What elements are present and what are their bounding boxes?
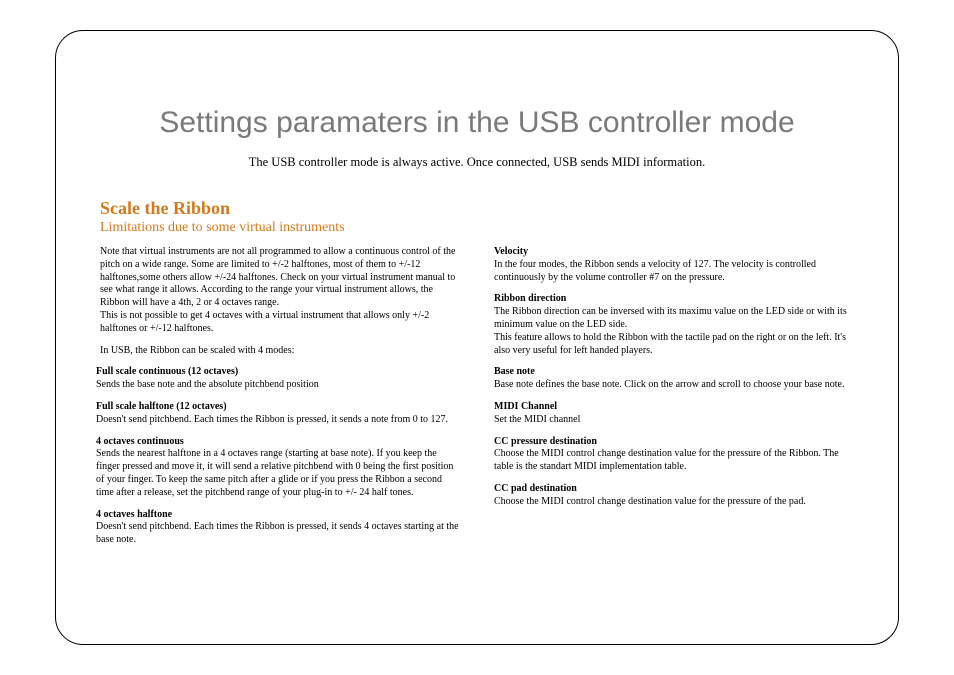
mode-item: 4 octaves continuous Sends the nearest h… xyxy=(96,436,460,500)
param-item: CC pad destination Choose the MIDI contr… xyxy=(494,483,858,509)
right-column: Velocity In the four modes, the Ribbon s… xyxy=(494,246,858,556)
mode-item: 4 octaves halftone Doesn't send pitchben… xyxy=(96,509,460,547)
page-subtitle: The USB controller mode is always active… xyxy=(96,155,858,170)
modes-intro: In USB, the Ribbon can be scaled with 4 … xyxy=(100,345,460,358)
param-text: Base note defines the base note. Click o… xyxy=(494,379,844,390)
mode-text: Doesn't send pitchbend. Each times the R… xyxy=(96,521,459,545)
mode-text: Sends the base note and the absolute pit… xyxy=(96,379,319,390)
mode-label: 4 octaves continuous xyxy=(96,436,184,447)
param-label: CC pressure destination xyxy=(494,436,597,447)
mode-item: Full scale halftone (12 octaves) Doesn't… xyxy=(96,401,460,427)
mode-label: Full scale continuous (12 octaves) xyxy=(96,366,238,377)
mode-label: 4 octaves halftone xyxy=(96,509,172,520)
param-item: Velocity In the four modes, the Ribbon s… xyxy=(494,246,858,284)
page-title: Settings paramaters in the USB controlle… xyxy=(96,106,858,140)
param-item: CC pressure destination Choose the MIDI … xyxy=(494,436,858,474)
intro-text-2: This is not possible to get 4 octaves wi… xyxy=(100,310,429,334)
param-text: The Ribbon direction can be inversed wit… xyxy=(494,306,847,330)
param-text: Choose the MIDI control change destinati… xyxy=(494,448,839,472)
param-label: Ribbon direction xyxy=(494,293,566,304)
intro-paragraph: Note that virtual instruments are not al… xyxy=(100,246,460,336)
param-item: Base note Base note defines the base not… xyxy=(494,366,858,392)
mode-item: Full scale continuous (12 octaves) Sends… xyxy=(96,366,460,392)
intro-text-1: Note that virtual instruments are not al… xyxy=(100,246,455,308)
param-label: MIDI Channel xyxy=(494,401,557,412)
param-text-2: This feature allows to hold the Ribbon w… xyxy=(494,332,846,356)
mode-text: Doesn't send pitchbend. Each times the R… xyxy=(96,414,448,425)
param-text: In the four modes, the Ribbon sends a ve… xyxy=(494,259,816,283)
param-text: Set the MIDI channel xyxy=(494,414,580,425)
mode-text: Sends the nearest halftone in a 4 octave… xyxy=(96,448,453,497)
page-frame: Settings paramaters in the USB controlle… xyxy=(55,30,899,645)
param-label: Velocity xyxy=(494,246,528,257)
section-heading: Scale the Ribbon xyxy=(100,198,858,219)
section-header: Scale the Ribbon Limitations due to some… xyxy=(100,198,858,236)
section-subheading: Limitations due to some virtual instrume… xyxy=(100,220,858,236)
left-column: Note that virtual instruments are not al… xyxy=(96,246,460,556)
param-label: Base note xyxy=(494,366,535,377)
param-label: CC pad destination xyxy=(494,483,577,494)
param-item: Ribbon direction The Ribbon direction ca… xyxy=(494,293,858,357)
content-columns: Note that virtual instruments are not al… xyxy=(96,246,858,556)
param-text: Choose the MIDI control change destinati… xyxy=(494,496,806,507)
mode-label: Full scale halftone (12 octaves) xyxy=(96,401,227,412)
param-item: MIDI Channel Set the MIDI channel xyxy=(494,401,858,427)
